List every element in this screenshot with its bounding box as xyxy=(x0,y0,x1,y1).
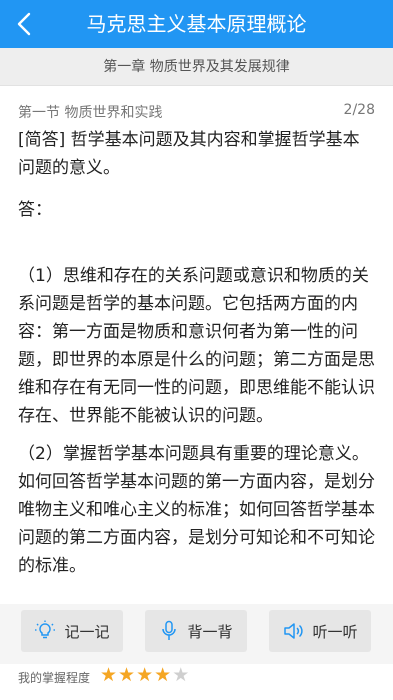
section-header: 第一节 物质世界和实践 2/28 xyxy=(0,96,393,126)
memorize-button[interactable]: 记一记 xyxy=(21,610,123,652)
app-title: 马克思主义基本原理概论 xyxy=(86,12,307,36)
listen-button[interactable]: 听一听 xyxy=(269,610,371,652)
app-bar: 马克思主义基本原理概论 xyxy=(0,0,393,48)
question-counter: 2/28 xyxy=(343,102,375,118)
microphone-icon xyxy=(162,620,177,640)
question-content[interactable]: [简答] 哲学基本问题及其内容和掌握哲学基本问题的意义。 答： （1）思维和存在… xyxy=(0,126,393,604)
star-icon[interactable]: ★ xyxy=(100,665,117,685)
back-button[interactable] xyxy=(4,4,44,44)
star-icon[interactable]: ★ xyxy=(118,665,135,685)
memorize-label: 记一记 xyxy=(64,622,110,641)
section-title: 第一节 物质世界和实践 xyxy=(18,105,163,121)
recite-label: 背一背 xyxy=(187,622,233,641)
action-bar: 记一记 背一背 听一听 xyxy=(0,604,393,664)
question-type-tag: [简答] xyxy=(18,130,66,150)
answer-paragraph: （2）掌握哲学基本问题具有重要的理论意义。如何回答哲学基本问题的第一方面内容，是… xyxy=(18,444,375,576)
lightbulb-icon xyxy=(35,620,56,639)
mastery-label: 我的掌握程度 xyxy=(18,671,91,685)
question: [简答] 哲学基本问题及其内容和掌握哲学基本问题的意义。 xyxy=(18,126,375,182)
answer-paragraph: （1）思维和存在的关系问题或意识和物质的关系问题是哲学的基本问题。它包括两方面的… xyxy=(18,266,375,426)
listen-label: 听一听 xyxy=(312,622,358,641)
speaker-icon xyxy=(284,623,304,639)
star-icon[interactable]: ★ xyxy=(136,665,153,685)
star-icon[interactable]: ★ xyxy=(154,665,171,685)
chapter-title: 第一章 物质世界及其发展规律 xyxy=(0,48,393,86)
question-text: 哲学基本问题及其内容和掌握哲学基本问题的意义。 xyxy=(18,130,360,178)
answer-label: 答： xyxy=(18,200,52,220)
chevron-left-icon xyxy=(17,12,31,36)
mastery-rating[interactable]: ★ ★ ★ ★ ★ xyxy=(100,665,190,685)
mastery-bar: 我的掌握程度 ★ ★ ★ ★ ★ xyxy=(0,664,393,700)
star-icon[interactable]: ★ xyxy=(172,665,189,685)
recite-button[interactable]: 背一背 xyxy=(145,610,247,652)
